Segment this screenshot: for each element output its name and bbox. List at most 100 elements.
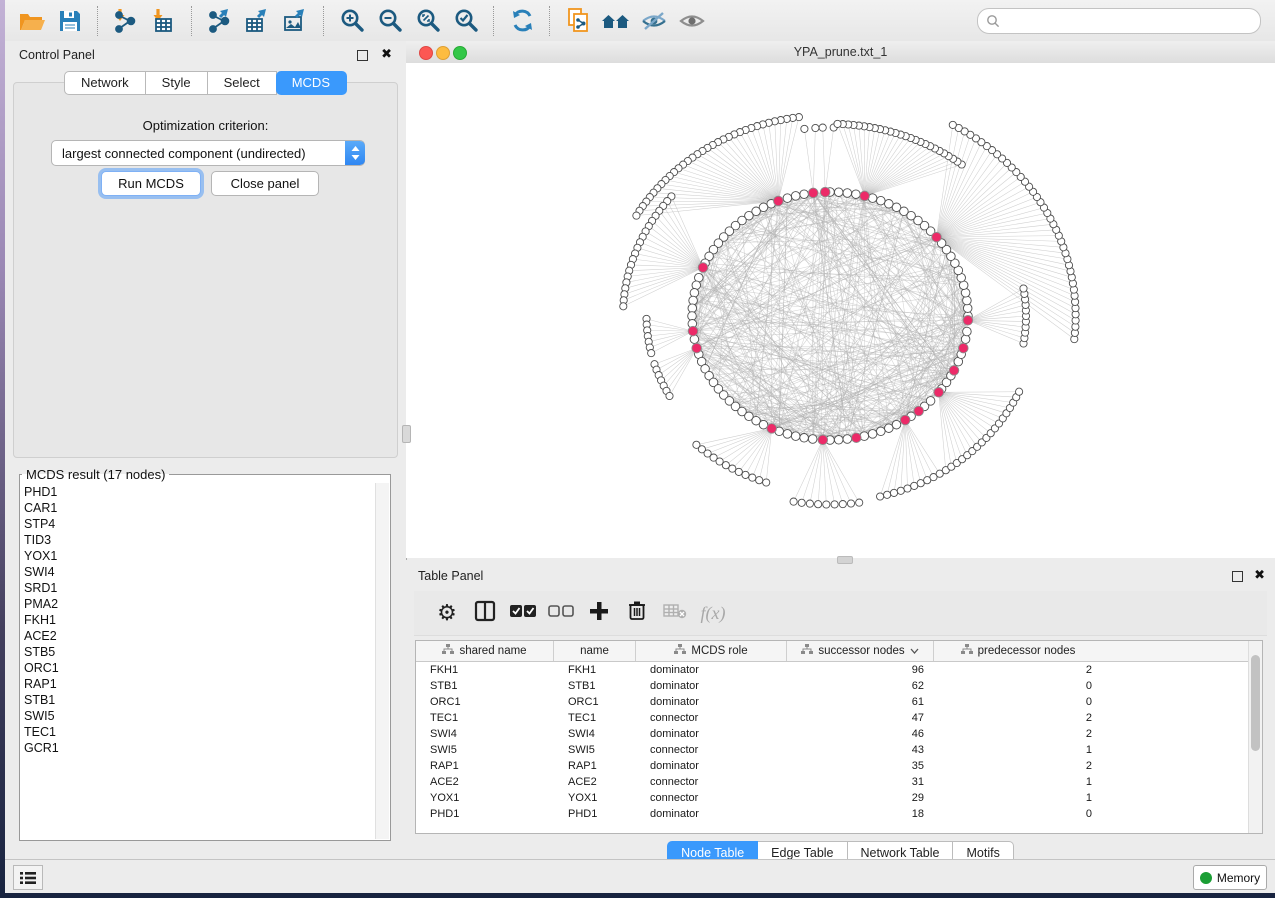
zoom-in-button[interactable] [333,4,371,38]
cell-shared_name[interactable]: YOX1 [416,792,554,804]
table-scrollbar-thumb[interactable] [1251,655,1260,751]
cell-successor_nodes[interactable]: 31 [787,776,934,788]
cell-mcds_role[interactable]: dominator [636,808,787,820]
cell-predecessor_nodes[interactable]: 0 [934,808,1102,820]
tab-mcds[interactable]: MCDS [276,71,347,95]
cell-predecessor_nodes[interactable]: 2 [934,712,1102,724]
table-row[interactable]: FKH1FKH1dominator962 [416,662,1249,678]
cell-predecessor_nodes[interactable]: 1 [934,792,1102,804]
import-network-button[interactable] [107,4,145,38]
cell-successor_nodes[interactable]: 62 [787,680,934,692]
cell-mcds_role[interactable]: dominator [636,760,787,772]
cell-mcds_role[interactable]: connector [636,792,787,804]
fit-content-button[interactable] [409,4,447,38]
table-row[interactable]: SWI4SWI4dominator462 [416,726,1249,742]
cell-name[interactable]: SWI4 [554,728,636,740]
memory-button[interactable]: Memory [1193,865,1267,890]
cell-mcds_role[interactable]: dominator [636,680,787,692]
tab-style[interactable]: Style [146,71,208,95]
cell-predecessor_nodes[interactable]: 2 [934,728,1102,740]
tab-select[interactable]: Select [208,71,277,95]
save-session-button[interactable] [51,4,89,38]
cell-predecessor_nodes[interactable]: 1 [934,744,1102,756]
mcds-result-scrollbar[interactable] [375,483,389,839]
gear-button[interactable]: ⚙ [428,595,466,631]
table-row[interactable]: YOX1YOX1connector291 [416,790,1249,806]
cell-name[interactable]: FKH1 [554,664,636,676]
select-all-button[interactable] [504,595,542,631]
cell-name[interactable]: SWI5 [554,744,636,756]
cell-shared_name[interactable]: STB1 [416,680,554,692]
first-neighbors-button[interactable] [597,4,635,38]
column-header-MCDS-role[interactable]: MCDS role [636,641,787,661]
refresh-button[interactable] [503,4,541,38]
cell-successor_nodes[interactable]: 96 [787,664,934,676]
cell-successor_nodes[interactable]: 35 [787,760,934,772]
table-row[interactable]: RAP1RAP1dominator352 [416,758,1249,774]
column-header-name[interactable]: name [554,641,636,661]
export-image-button[interactable] [277,4,315,38]
close-table-panel-icon[interactable]: ✖ [1254,567,1265,583]
split-columns-button[interactable] [466,595,504,631]
cell-name[interactable]: STB1 [554,680,636,692]
cell-predecessor_nodes[interactable]: 2 [934,760,1102,772]
close-panel-icon[interactable]: ✖ [381,46,392,62]
cell-mcds_role[interactable]: connector [636,744,787,756]
cell-successor_nodes[interactable]: 61 [787,696,934,708]
cell-name[interactable]: RAP1 [554,760,636,772]
task-history-button[interactable] [13,865,43,890]
table-row[interactable]: STB1STB1dominator620 [416,678,1249,694]
zoom-selected-button[interactable] [447,4,485,38]
cell-shared_name[interactable]: ORC1 [416,696,554,708]
cell-name[interactable]: PHD1 [554,808,636,820]
column-header-shared-name[interactable]: shared name [416,641,554,661]
float-panel-icon[interactable] [357,50,368,61]
optimization-criterion-select[interactable]: largest connected component (undirected) [51,140,365,166]
deselect-all-button[interactable] [542,595,580,631]
show-all-button[interactable] [673,4,711,38]
cell-predecessor_nodes[interactable]: 1 [934,776,1102,788]
table-scrollbar[interactable] [1248,641,1262,833]
cell-name[interactable]: ACE2 [554,776,636,788]
table-row[interactable]: TEC1TEC1connector472 [416,710,1249,726]
cell-successor_nodes[interactable]: 47 [787,712,934,724]
column-header-successor-nodes[interactable]: successor nodes [787,641,934,661]
cell-name[interactable]: TEC1 [554,712,636,724]
cell-successor_nodes[interactable]: 29 [787,792,934,804]
zoom-out-button[interactable] [371,4,409,38]
horizontal-splitter-handle[interactable] [837,556,853,564]
cell-mcds_role[interactable]: dominator [636,728,787,740]
add-row-button[interactable] [580,595,618,631]
search-input[interactable] [1000,11,1260,31]
clone-network-button[interactable] [559,4,597,38]
open-file-button[interactable] [13,4,51,38]
cell-name[interactable]: YOX1 [554,792,636,804]
cell-shared_name[interactable]: SWI5 [416,744,554,756]
network-canvas[interactable] [406,63,1275,558]
cell-predecessor_nodes[interactable]: 2 [934,664,1102,676]
export-table-button[interactable] [239,4,277,38]
cell-successor_nodes[interactable]: 43 [787,744,934,756]
hide-selected-button[interactable] [635,4,673,38]
cell-predecessor_nodes[interactable]: 0 [934,680,1102,692]
cell-mcds_role[interactable]: dominator [636,664,787,676]
tab-network[interactable]: Network [64,71,146,95]
float-table-panel-icon[interactable] [1232,571,1243,582]
cell-name[interactable]: ORC1 [554,696,636,708]
cell-shared_name[interactable]: TEC1 [416,712,554,724]
cell-successor_nodes[interactable]: 46 [787,728,934,740]
mcds-result-box[interactable]: MCDS result (17 nodes) PHD1CAR1STP4TID3Y… [19,467,391,841]
column-header-predecessor-nodes[interactable]: predecessor nodes [934,641,1102,661]
table-row[interactable]: ORC1ORC1dominator610 [416,694,1249,710]
cell-shared_name[interactable]: SWI4 [416,728,554,740]
table-row[interactable]: SWI5SWI5connector431 [416,742,1249,758]
cell-shared_name[interactable]: FKH1 [416,664,554,676]
cell-predecessor_nodes[interactable]: 0 [934,696,1102,708]
table-row[interactable]: PHD1PHD1dominator180 [416,806,1249,822]
cell-mcds_role[interactable]: dominator [636,696,787,708]
cell-shared_name[interactable]: RAP1 [416,760,554,772]
close-panel-button[interactable]: Close panel [211,171,319,196]
cell-shared_name[interactable]: ACE2 [416,776,554,788]
cell-mcds_role[interactable]: connector [636,712,787,724]
import-table-button[interactable] [145,4,183,38]
